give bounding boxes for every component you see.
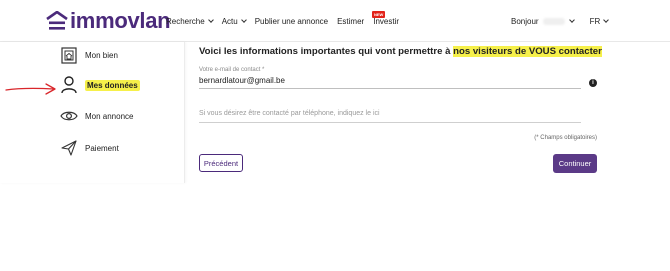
chevron-down-icon[interactable] <box>568 16 575 23</box>
user-nav: Bonjour FR <box>511 0 610 42</box>
sidebar-item-mon-annonce[interactable]: Mon annonce <box>60 107 133 125</box>
sidebar-item-paiement[interactable]: Paiement <box>60 139 119 157</box>
main-nav: Recherche Actu Publier une annonce Estim… <box>166 0 408 42</box>
sidebar-item-label: Paiement <box>85 143 119 153</box>
red-arrow-annotation <box>5 83 56 95</box>
sidebar-item-label: Mes données <box>85 79 140 91</box>
nav-publier-annonce[interactable]: Publier une annonce <box>255 17 328 26</box>
email-field[interactable]: bernardlatour@gmail.be <box>199 76 581 89</box>
sidebar-item-label: Mon bien <box>85 50 118 60</box>
chevron-down-icon[interactable] <box>603 16 610 23</box>
form-headline: Voici les informations importantes qui v… <box>199 46 602 57</box>
eye-icon <box>60 107 78 125</box>
sidebar-item-mes-donnees[interactable]: Mes données <box>60 76 140 94</box>
info-icon[interactable]: i <box>589 79 597 87</box>
immovlan-logo[interactable]: immovlan <box>46 8 171 33</box>
greeting-text: Bonjour <box>511 16 539 26</box>
headline-highlight: nos visiteurs de VOUS contacter <box>453 46 602 57</box>
nav-actu[interactable]: Actu <box>222 16 247 26</box>
sidebar-item-label: Mon annonce <box>85 111 134 121</box>
user-name-blurred <box>542 17 565 25</box>
chevron-down-icon <box>240 16 247 23</box>
previous-button[interactable]: Précédent <box>199 154 243 172</box>
logo-house-icon <box>46 11 68 30</box>
email-label: Votre e-mail de contact * <box>199 67 265 73</box>
user-icon <box>60 76 78 94</box>
chevron-down-icon <box>207 16 214 23</box>
new-badge: NEW <box>372 11 386 18</box>
nav-estimer[interactable]: Estimer <box>337 17 364 26</box>
continue-button[interactable]: Continuer <box>553 154 597 173</box>
send-icon <box>60 139 78 157</box>
sidebar: Mon bien Mes données Mon annonce Paiemen… <box>0 42 185 183</box>
logo-text: immovlan <box>70 8 171 33</box>
required-fields-note: (* Champs obligatoires) <box>534 135 597 141</box>
property-icon <box>60 46 78 64</box>
phone-field[interactable]: Si vous désirez être contacté par téléph… <box>199 110 581 123</box>
nav-recherche[interactable]: Recherche <box>166 16 214 26</box>
language-selector[interactable]: FR <box>590 17 601 26</box>
top-header: immovlan Recherche Actu Publier une anno… <box>0 0 670 42</box>
sidebar-item-mon-bien[interactable]: Mon bien <box>60 46 118 64</box>
